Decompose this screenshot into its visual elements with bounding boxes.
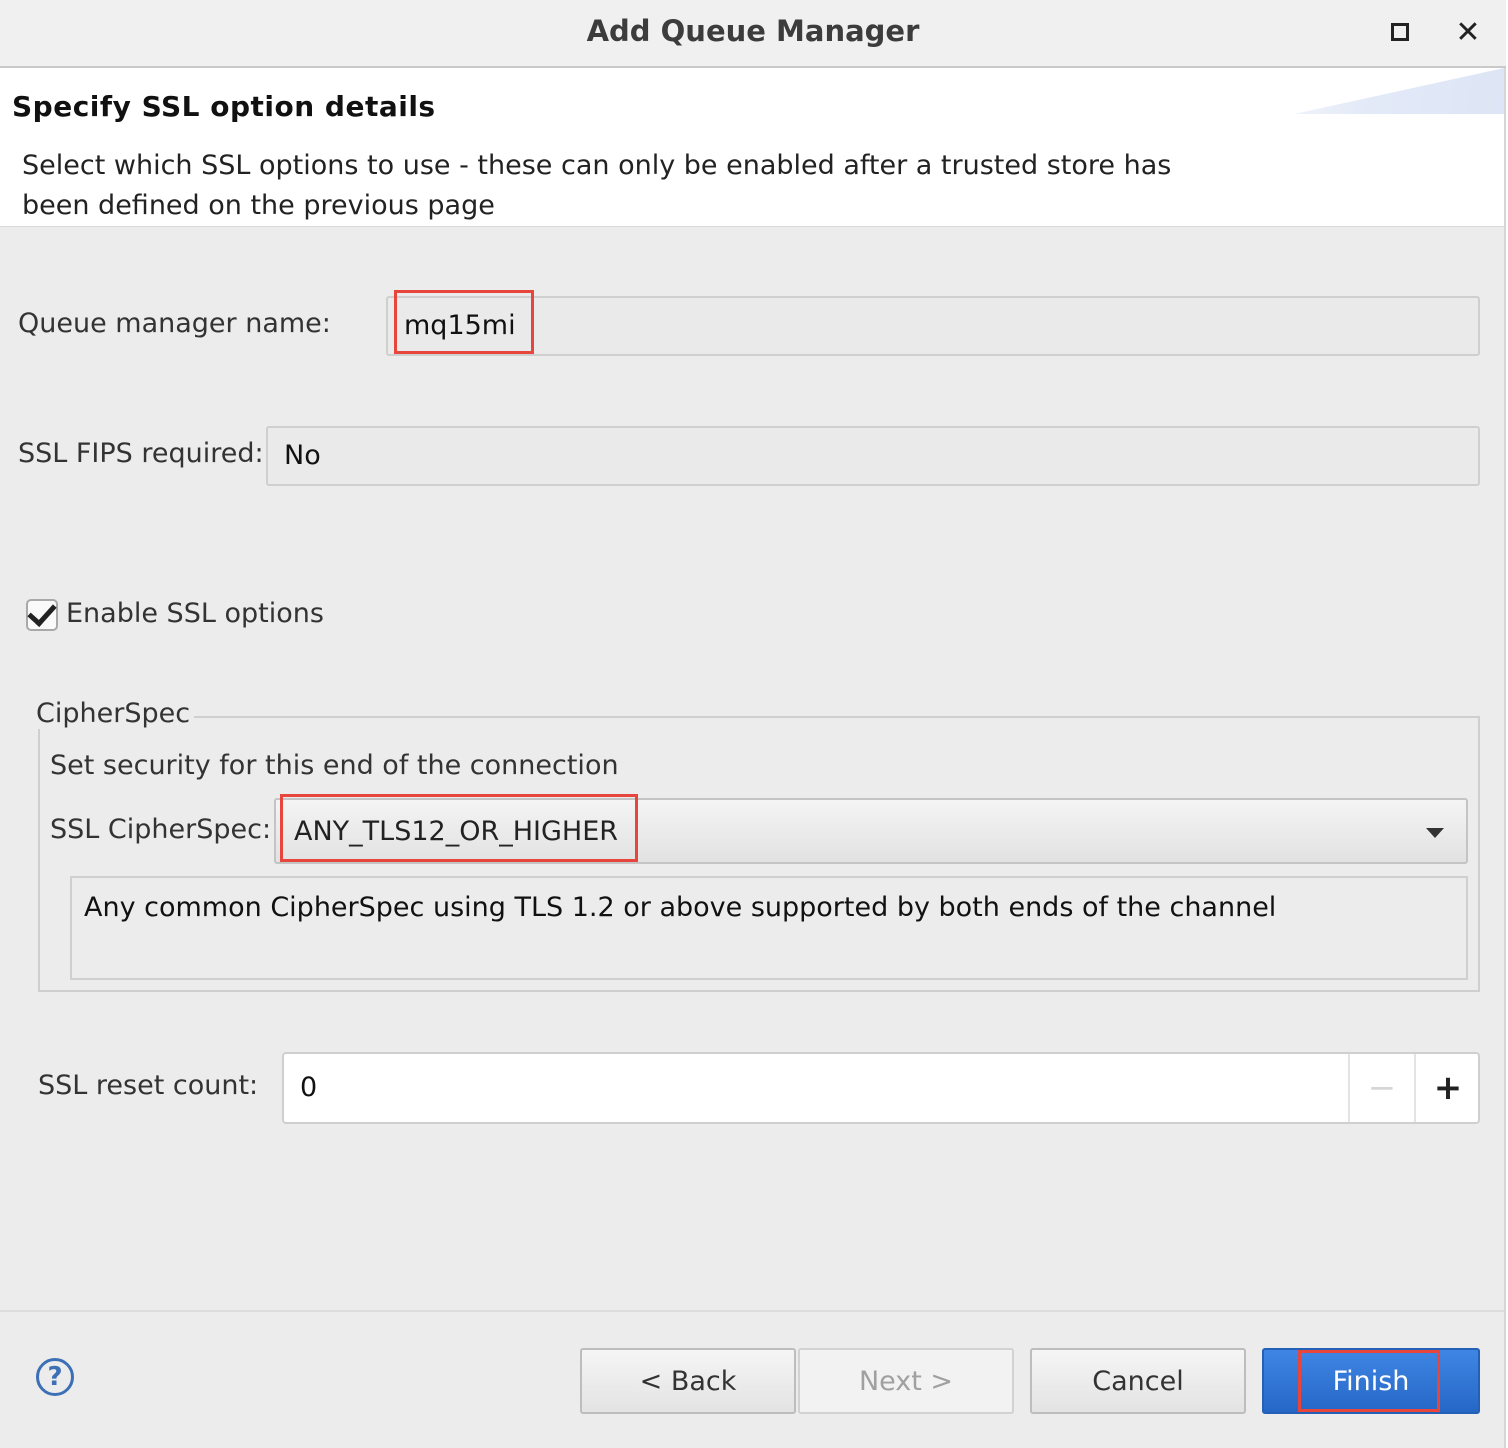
cipherspec-group-title: CipherSpec bbox=[36, 698, 195, 729]
help-icon: ? bbox=[47, 1362, 63, 1392]
qm-name-label: Queue manager name: bbox=[18, 308, 331, 339]
decrement-button[interactable]: − bbox=[1348, 1054, 1414, 1122]
reset-count-value: 0 bbox=[300, 1072, 318, 1103]
close-icon: ✕ bbox=[1455, 14, 1481, 50]
qm-name-value: mq15mi bbox=[404, 310, 516, 341]
close-button[interactable]: ✕ bbox=[1446, 10, 1490, 54]
fips-value: No bbox=[284, 440, 321, 471]
cipherspec-label: SSL CipherSpec: bbox=[50, 814, 272, 845]
banner-decoration bbox=[1294, 68, 1504, 114]
page-heading: Specify SSL option details bbox=[12, 90, 436, 123]
back-button[interactable]: < Back bbox=[580, 1348, 796, 1414]
maximize-button[interactable] bbox=[1378, 10, 1422, 54]
add-queue-manager-dialog: Add Queue Manager ✕ Specify SSL option d… bbox=[0, 0, 1506, 1448]
window-title: Add Queue Manager bbox=[586, 14, 920, 48]
header-banner: Specify SSL option details Select which … bbox=[0, 68, 1504, 227]
plus-icon: + bbox=[1433, 1068, 1463, 1108]
fips-label: SSL FIPS required: bbox=[18, 438, 264, 469]
title-bar: Add Queue Manager ✕ bbox=[0, 0, 1506, 68]
cipherspec-selected-value: ANY_TLS12_OR_HIGHER bbox=[294, 816, 619, 847]
enable-ssl-checkbox[interactable] bbox=[26, 596, 58, 631]
increment-button[interactable]: + bbox=[1414, 1054, 1480, 1122]
qm-name-field: mq15mi bbox=[386, 296, 1480, 356]
enable-ssl-label[interactable]: Enable SSL options bbox=[66, 598, 324, 629]
chevron-down-icon bbox=[1426, 828, 1444, 838]
maximize-icon bbox=[1391, 23, 1409, 41]
help-button[interactable]: ? bbox=[36, 1358, 74, 1396]
fips-field: No bbox=[266, 426, 1480, 486]
minus-icon: − bbox=[1367, 1068, 1397, 1108]
next-button[interactable]: Next > bbox=[798, 1348, 1014, 1414]
cancel-button[interactable]: Cancel bbox=[1030, 1348, 1246, 1414]
cipherspec-description-box: Any common CipherSpec using TLS 1.2 or a… bbox=[70, 876, 1468, 980]
reset-count-spinner[interactable]: 0 − + bbox=[282, 1052, 1480, 1124]
finish-button[interactable]: Finish bbox=[1262, 1348, 1480, 1414]
cipherspec-dropdown[interactable]: ANY_TLS12_OR_HIGHER bbox=[274, 798, 1468, 864]
cipherspec-group-description: Set security for this end of the connect… bbox=[50, 750, 619, 781]
reset-count-label: SSL reset count: bbox=[38, 1070, 259, 1101]
cipherspec-description: Any common CipherSpec using TLS 1.2 or a… bbox=[84, 892, 1277, 923]
footer-divider bbox=[0, 1310, 1504, 1312]
checkmark-icon bbox=[27, 596, 57, 628]
page-description: Select which SSL options to use - these … bbox=[22, 150, 1172, 221]
